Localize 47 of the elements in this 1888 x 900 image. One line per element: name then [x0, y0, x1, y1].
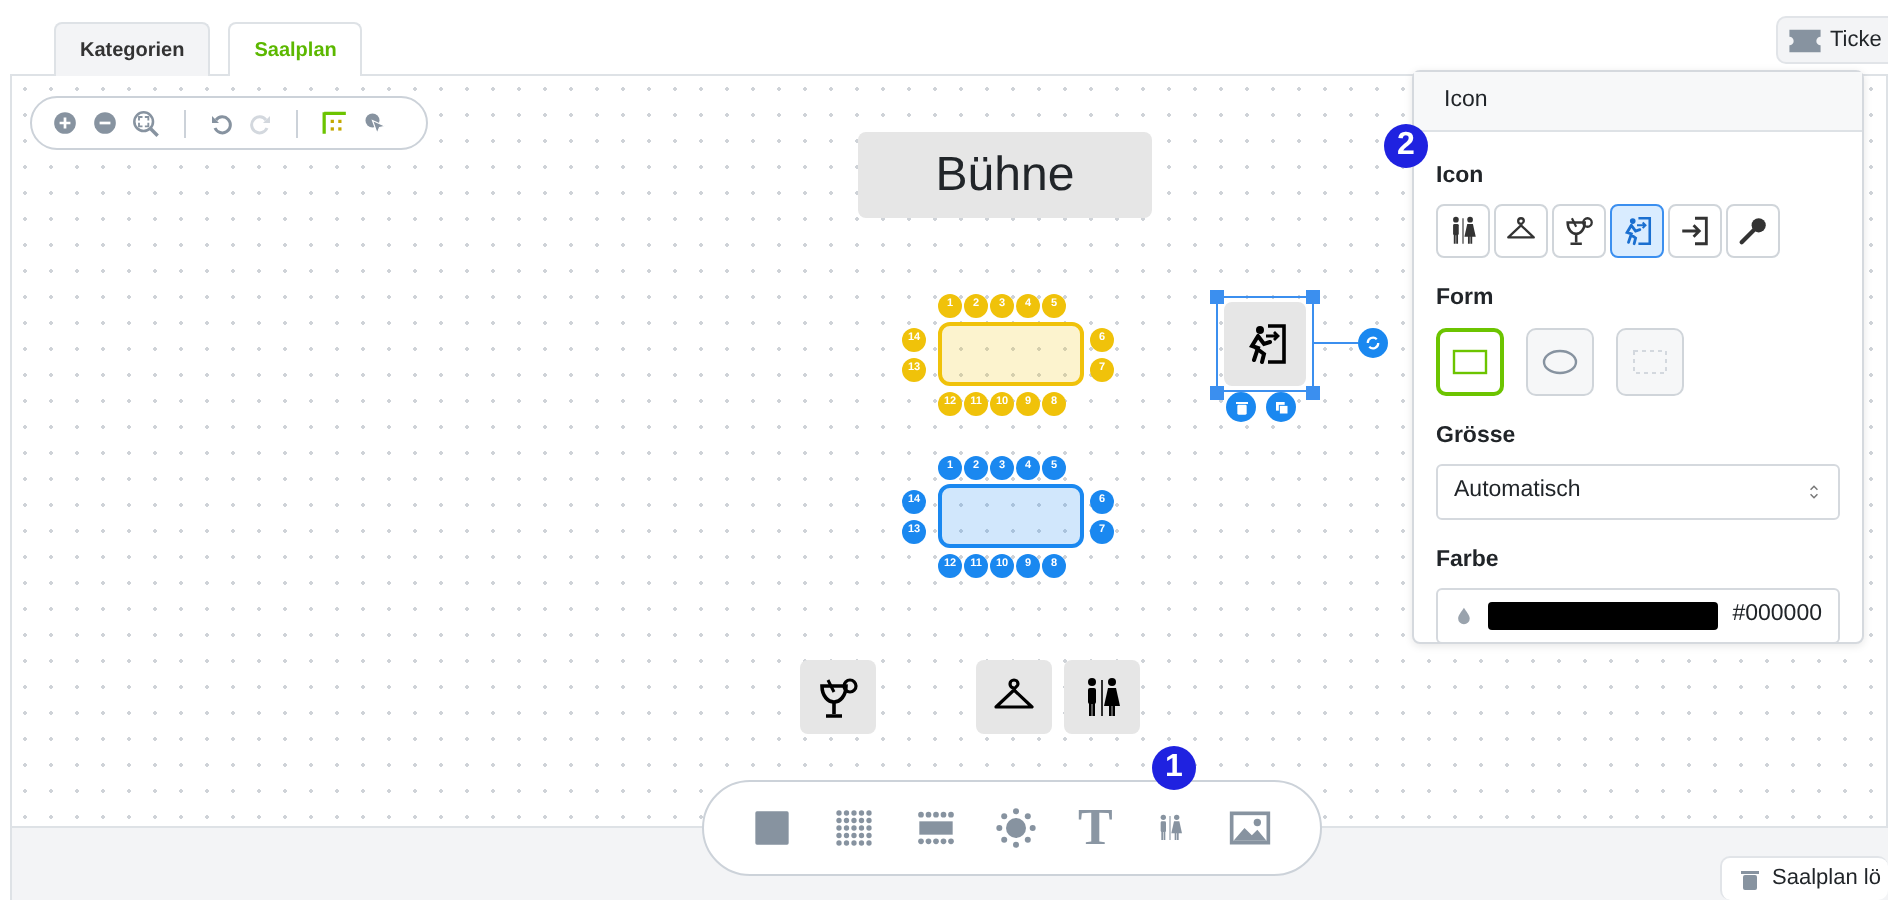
- round-table-icon[interactable]: [996, 808, 1037, 848]
- icon-tile[interactable]: [976, 660, 1052, 734]
- table-row-icon[interactable]: [915, 808, 956, 848]
- trash-icon: [1738, 867, 1762, 891]
- cocktail-icon: [1562, 214, 1596, 249]
- icon-tile[interactable]: [800, 660, 876, 734]
- undo-icon[interactable]: [210, 111, 234, 135]
- shape-option[interactable]: [1526, 327, 1594, 395]
- cocktail-icon: [814, 673, 862, 721]
- trash-icon: [1233, 399, 1249, 415]
- resize-handle[interactable]: [1210, 386, 1224, 400]
- resize-handle[interactable]: [1306, 290, 1320, 304]
- ticket-button[interactable]: Ticke: [1776, 16, 1888, 64]
- tab[interactable]: Kategorien: [54, 22, 211, 76]
- zoom-fit-icon[interactable]: [132, 109, 160, 137]
- image-icon[interactable]: [1227, 806, 1272, 850]
- entrance-icon: [1678, 214, 1712, 249]
- section-label: Farbe: [1436, 545, 1501, 576]
- delete-plan-button[interactable]: Saalplan lö: [1720, 856, 1888, 900]
- zoom-out-icon[interactable]: [92, 110, 118, 136]
- rotate-button[interactable]: [1358, 328, 1388, 358]
- zoom-in-icon[interactable]: [52, 110, 78, 136]
- icon-tile[interactable]: [1064, 660, 1140, 734]
- microphone-icon: [1736, 214, 1770, 249]
- section-label: Grösse: [1436, 421, 1518, 451]
- select-arrows-icon: [1806, 483, 1822, 500]
- rotate-icon: [1364, 334, 1382, 352]
- droplet-icon: [1454, 606, 1474, 626]
- section-label: Icon: [1436, 162, 1486, 192]
- pointer-icon[interactable]: [362, 109, 390, 137]
- exit-icon: [1620, 214, 1654, 249]
- delete-button[interactable]: [1226, 392, 1256, 422]
- panel-title: Icon: [1444, 85, 1488, 116]
- grid-icon[interactable]: [322, 110, 348, 136]
- dot-grid-icon[interactable]: [833, 808, 874, 848]
- color-field[interactable]: #000000: [1436, 588, 1840, 644]
- rotate-line: [1314, 342, 1358, 344]
- shape-option[interactable]: [1436, 327, 1504, 395]
- resize-handle[interactable]: [1210, 290, 1224, 304]
- copy-button[interactable]: [1266, 392, 1296, 422]
- section-label: Form: [1436, 284, 1496, 315]
- size-select[interactable]: Automatisch: [1436, 463, 1840, 520]
- icon-tile[interactable]: [1224, 302, 1306, 386]
- resize-handle[interactable]: [1306, 386, 1320, 400]
- copy-icon: [1273, 399, 1289, 415]
- square-icon[interactable]: [752, 808, 793, 848]
- stage-label: Bühne: [858, 132, 1152, 218]
